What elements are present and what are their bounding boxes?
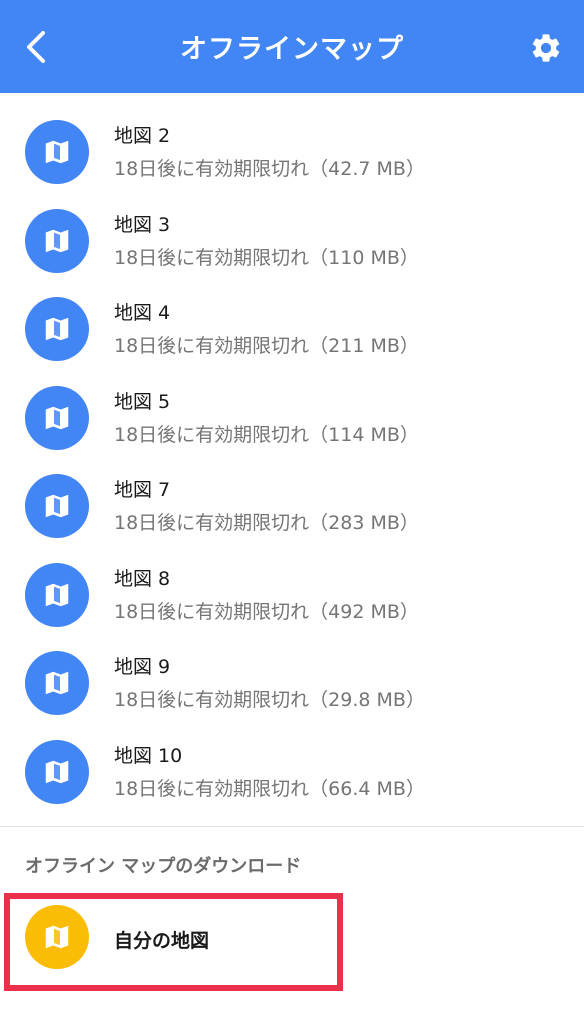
map-name: 地図 2 [114,125,171,147]
map-name: 地図 10 [114,744,183,767]
map-expiry-size: 18日後に有効期限切れ（29.8 MB） [114,689,425,711]
map-list-item[interactable]: 地図 7 18日後に有効期限切れ（283 MB） [0,459,584,548]
map-icon-circle [25,385,89,450]
map-list-item[interactable]: 地図 4 18日後に有効期限切れ（211 MB） [0,282,584,371]
map-icon-circle [25,208,89,273]
download-section-header: オフライン マップのダウンロード [25,856,302,877]
map-list-item[interactable]: 地図 8 18日後に有効期限切れ（492 MB） [0,548,584,637]
settings-button[interactable] [526,28,566,68]
map-expiry-size: 18日後に有効期限切れ（114 MB） [114,423,419,446]
own-maps-icon-circle [25,905,89,969]
map-name: 地図 7 [114,479,171,501]
page-title: オフラインマップ [180,34,404,65]
map-icon [45,140,69,164]
map-icon-circle [25,297,89,361]
map-icon [45,494,69,518]
section-divider [0,826,584,827]
own-maps-item[interactable]: 自分の地図 [0,905,340,969]
map-icon [45,671,69,695]
map-icon [45,583,69,606]
map-name: 地図 3 [114,213,171,236]
map-icon-circle [25,739,89,804]
map-list-item[interactable]: 地図 2 18日後に有効期限切れ（42.7 MB） [0,105,584,194]
map-expiry-size: 18日後に有効期限切れ（66.4 MB） [114,777,425,800]
map-icon-circle [25,562,89,627]
map-name: 地図 8 [114,567,171,590]
map-icon [45,317,69,341]
map-icon-circle [25,120,89,184]
app-bar: オフラインマップ [0,0,584,93]
map-expiry-size: 18日後に有効期限切れ（42.7 MB） [114,158,425,180]
map-list-item[interactable]: 地図 10 18日後に有効期限切れ（66.4 MB） [0,725,584,814]
map-list-item[interactable]: 地図 5 18日後に有効期限切れ（114 MB） [0,371,584,460]
map-icon [45,406,69,429]
map-expiry-size: 18日後に有効期限切れ（110 MB） [114,246,419,269]
map-list-item[interactable]: 地図 3 18日後に有効期限切れ（110 MB） [0,194,584,283]
own-maps-label: 自分の地図 [114,930,210,952]
map-expiry-size: 18日後に有効期限切れ（211 MB） [114,335,419,357]
gear-icon [532,34,560,62]
map-name: 地図 4 [114,302,171,324]
map-name: 地図 5 [114,390,171,413]
map-list-item[interactable]: 地図 9 18日後に有効期限切れ（29.8 MB） [0,636,584,725]
map-expiry-size: 18日後に有効期限切れ（492 MB） [114,600,419,623]
map-name: 地図 9 [114,656,171,678]
map-expiry-size: 18日後に有効期限切れ（283 MB） [114,512,419,534]
map-icon-circle [25,651,89,715]
map-icon [45,925,69,949]
map-icon [45,229,69,252]
map-icon [45,760,69,783]
map-icon-circle [25,474,89,538]
offline-map-list: 地図 2 18日後に有効期限切れ（42.7 MB） 地図 3 18日後に有効期限切れ（… [0,105,584,813]
